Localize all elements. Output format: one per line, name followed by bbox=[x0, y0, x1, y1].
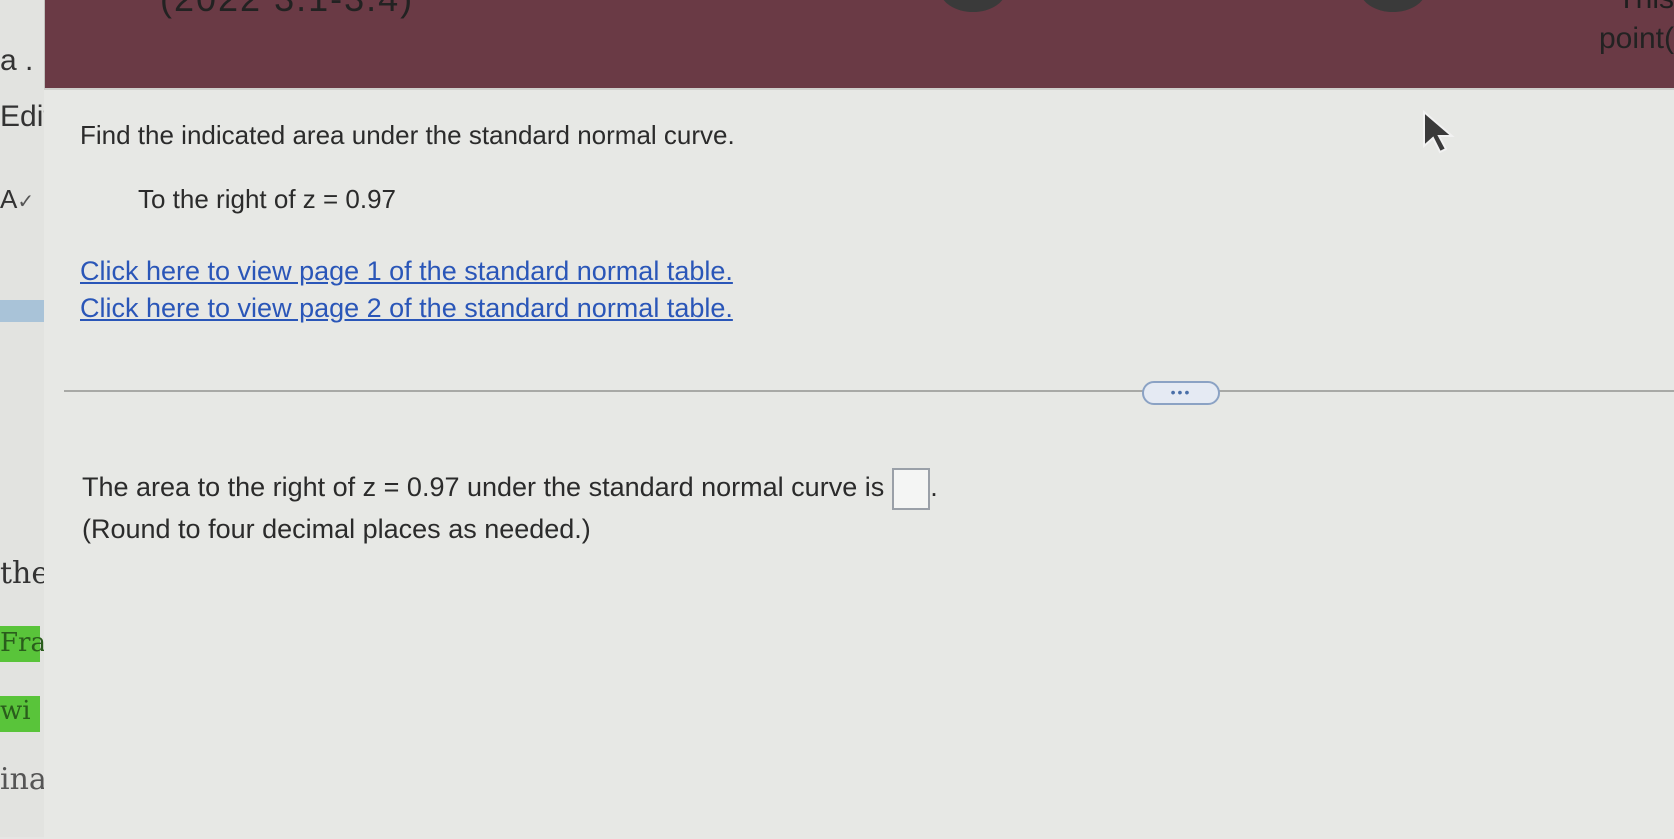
question-prompt: Find the indicated area under the standa… bbox=[80, 120, 735, 150]
strip-text: wi bbox=[0, 696, 31, 726]
top-header: (2022 3.1-3.4) This bbox=[0, 0, 1674, 88]
spellcheck-icon-letter: A bbox=[0, 184, 18, 214]
answer-suffix: . bbox=[930, 472, 938, 503]
spellcheck-icon[interactable]: A✓ bbox=[0, 184, 34, 215]
question-condition: To the right of z = 0.97 bbox=[138, 184, 396, 214]
strip-text: Fra bbox=[0, 628, 46, 658]
section-divider bbox=[64, 390, 1674, 392]
mouse-cursor-icon bbox=[1423, 110, 1455, 154]
strip-tab bbox=[0, 300, 44, 322]
expand-button[interactable]: ••• bbox=[1142, 381, 1220, 405]
rounding-note: (Round to four decimal places as needed.… bbox=[82, 514, 591, 544]
answer-input[interactable] bbox=[892, 468, 931, 510]
strip-text: ina bbox=[0, 762, 47, 797]
answer-sentence: The area to the right of z = 0.97 under … bbox=[82, 468, 938, 510]
table-page-1-link[interactable]: Click here to view page 1 of the standar… bbox=[80, 256, 733, 287]
table-page-2-link[interactable]: Click here to view page 2 of the standar… bbox=[80, 293, 733, 324]
background-window-strip: a . Edit A✓ the Fra wi ina bbox=[0, 0, 52, 837]
header-circle-button[interactable] bbox=[940, 0, 1006, 12]
strip-text: a . bbox=[0, 44, 34, 77]
assignment-title: (2022 3.1-3.4) bbox=[160, 0, 414, 20]
answer-prefix: The area to the right of z = 0.97 under … bbox=[82, 472, 885, 503]
points-label: point( bbox=[1598, 22, 1674, 55]
header-right-text: This bbox=[1617, 0, 1674, 16]
header-circle-button[interactable] bbox=[1360, 0, 1426, 12]
strip-text: the bbox=[0, 556, 50, 591]
